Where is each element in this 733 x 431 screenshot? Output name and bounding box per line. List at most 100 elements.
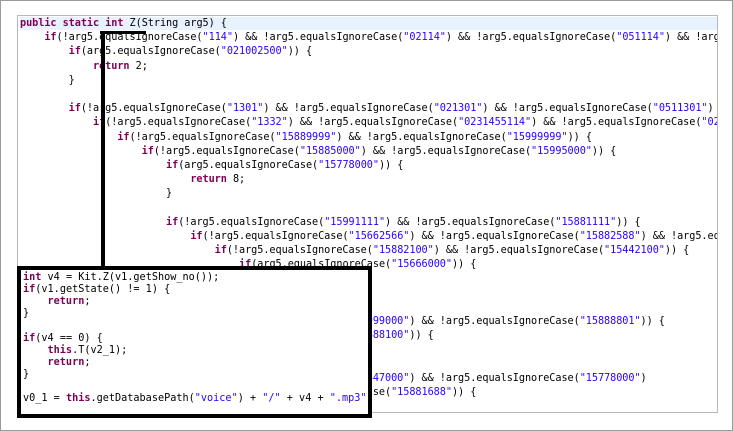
code-token: ) && !arg5.equalsIgnoreCase( [232,32,404,44]
code-token: "15882100" [372,245,434,257]
code-token: return [190,174,233,186]
callout-code-line: } [23,307,29,320]
code-token: "0511301" [652,103,708,115]
code-token: ) && !arg5.equalsIgnoreCase( [433,245,605,257]
callout-code-line: } [23,368,29,381]
code-token: "1301" [226,103,264,115]
caller-code-callout: int v4 = Kit.Z(v1.getShow_no()); if(v1.ge… [17,266,372,418]
code-token: (v4 == 0) { [35,332,103,344]
code-token: "0231455114" [458,117,532,129]
code-token: "15442100" [604,245,665,257]
code-token: if [166,160,179,171]
callout-code-line: if(v4 == 0) { [23,332,103,345]
code-token: if [68,46,81,58]
code-token: v4 = Kit. [47,272,103,283]
callout-code-line: if(v1.getState() != 1) { [23,283,170,296]
method-underline-annotation [100,31,146,34]
code-token: (!arg5.equalsIgnoreCase( [226,245,373,257]
code-token: "15995000" [531,145,592,157]
code-token: "15889999" [275,131,337,143]
code-token: "114" [202,32,233,44]
code-token: return [23,296,85,308]
code-token: this [65,393,91,404]
code-token: (!arg5.equalsIgnoreCase( [178,216,325,228]
code-token: v0_1 = [23,393,66,404]
code-token: } [23,308,30,320]
code-token: "15882588" [579,231,641,242]
code-token: )) { [640,316,665,328]
code-token: return [23,356,85,368]
code-token: (v1.getState() != 1) { [35,284,171,296]
code-token: ) && !arg5.equalsIgnoreCase( [409,231,580,242]
code-line: if(arg5.equalsIgnoreCase("15778000")) { [20,159,403,172]
code-token: (v1.getShow_no()); [108,272,220,283]
code-token: )) { [591,145,617,157]
code-token: String [141,18,179,29]
code-token: ) && !arg5.equalsIgnoreCase( [385,216,556,228]
code-token: "15885000" [299,145,361,157]
code-token: (!arg5.equalsIgnoreCase( [129,131,276,143]
code-token: } [166,188,173,200]
code-token: "021301" [433,103,483,115]
callout-code-line: v0_1 = this.getDatabasePath("voice") + "… [23,392,368,405]
code-line: if(arg5.equalsIgnoreCase("021002500")) { [20,45,312,58]
code-token: "voice" [194,393,238,404]
code-token: ) && !arg5.eq [640,231,718,242]
code-line: if(!arg5.equalsIgnoreCase("15885000") &&… [20,145,617,158]
code-token: "15888801" [579,316,641,328]
code-token: if [166,216,179,228]
code-token: (arg5.equalsIgnoreCase( [178,160,319,171]
code-token: ) && !arg [664,32,718,44]
code-token: "1332" [251,117,288,129]
callout-code-line: return; [23,356,91,369]
code-token: ".mp3" [329,393,367,404]
code-token: .getDatabasePath( [90,393,195,404]
code-token: "02114" [403,32,446,44]
code-token: ); [367,393,368,404]
code-token: "15662566" [348,231,410,242]
code-line: if(!arg5.equalsIgnoreCase("15882100") &&… [20,244,690,257]
code-line: if(!arg5.equalsIgnoreCase("15889999") &&… [20,131,592,144]
code-line: if(!arg5.equalsIgnoreCase("15991111") &&… [20,216,641,229]
code-token: ) && !arg5.equalsIgnoreCase( [445,32,617,44]
code-token: ) && !arg5.equalsIgnoreCase( [409,316,580,328]
code-line: if(!arg5.equalsIgnoreCase("1301") && !ar… [20,102,717,115]
code-token: ; [84,296,91,308]
code-token: "15666000" [391,259,452,271]
code-line: if(!arg5.equalsIgnoreCase("15662566") &&… [20,230,718,243]
code-token: return [93,60,136,72]
code-token: int [23,272,48,283]
code-token: "15778000" [579,373,641,384]
callout-code-line: return; [23,295,91,308]
code-token: ) && !arg5.equalsIgnoreCase( [482,103,653,115]
code-token: if [68,103,81,115]
code-line: } [20,187,172,200]
code-token: arg5) { [178,18,227,29]
code-token: if [214,245,227,257]
code-token: )) { [451,259,477,271]
code-token: 2; [135,60,148,72]
code-token: ) && !arg5.equalsIgnoreCase( [360,145,532,157]
code-token: "051114" [616,32,665,44]
code-token: )) { [409,330,434,342]
code-token: )) { [451,387,477,399]
code-token: ) && !arg5.equalsIgnoreCase( [263,103,434,115]
code-token: if [44,32,57,44]
code-token: } [23,368,30,380]
code-token: ) && !arg5.equalsIgnoreCase( [287,117,459,129]
code-token: if [23,332,36,344]
code-token: ) & [707,103,714,115]
code-token: (!arg5.equalsIgnoreCase( [105,117,252,129]
callout-code-line: this.T(v2_1); [23,344,128,357]
callout-code-line: int v4 = Kit.Z(v1.getShow_no()); [23,271,219,284]
code-token: "/" [262,393,281,404]
code-token: )) { [378,160,404,171]
code-token: "15881111" [555,216,617,228]
code-token: )) { [567,131,592,143]
call-connector-annotation [101,33,105,268]
code-token: if [190,231,203,242]
code-token: + v4 + [280,393,330,404]
code-token: "15881688" [391,387,452,399]
code-line: return 2; [20,60,148,73]
code-token: (!arg5.equalsIgnoreCase( [153,145,300,157]
